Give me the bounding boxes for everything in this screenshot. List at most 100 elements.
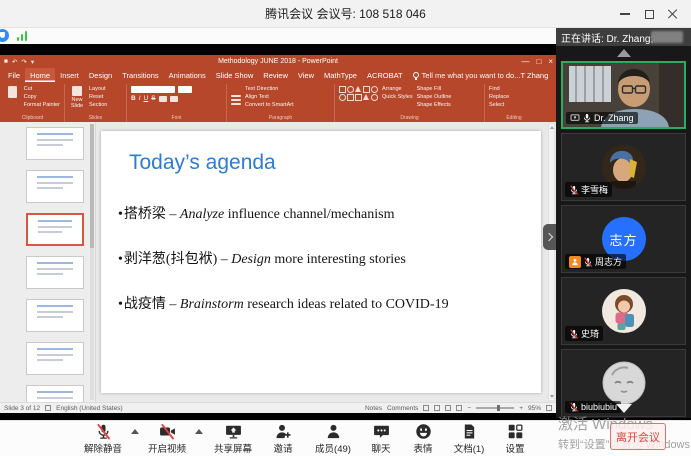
- tab-insert[interactable]: Insert: [55, 68, 84, 82]
- tab-file[interactable]: File: [3, 68, 25, 82]
- zoom-level[interactable]: 95%: [528, 405, 541, 412]
- bold-button[interactable]: B: [131, 95, 136, 102]
- scroll-down-icon[interactable]: [615, 404, 632, 413]
- slide-thumbnail-2[interactable]: [26, 170, 84, 203]
- layout-button[interactable]: Layout: [89, 86, 107, 92]
- slide-thumbnail-7[interactable]: [26, 385, 84, 402]
- participant-tile-zhouzhifang[interactable]: 志方 周志方: [561, 205, 686, 273]
- slide-thumbnails: [26, 127, 84, 402]
- start-video-button[interactable]: 开启视频: [142, 423, 192, 455]
- zoom-in-button[interactable]: +: [519, 405, 523, 412]
- maximize-button[interactable]: [637, 0, 661, 28]
- shape-fill-button[interactable]: Shape Fill: [417, 86, 452, 92]
- slide-thumbnail-3[interactable]: [26, 213, 84, 246]
- copy-button[interactable]: Copy: [24, 94, 60, 100]
- tab-view[interactable]: View: [293, 68, 319, 82]
- zoom-slider[interactable]: [476, 403, 515, 413]
- ppt-maximize-button[interactable]: □: [536, 57, 541, 66]
- strikethrough-button[interactable]: S: [151, 95, 155, 102]
- tab-transitions[interactable]: Transitions: [117, 68, 163, 82]
- format-painter-button[interactable]: Format Painter: [24, 102, 60, 108]
- align-text-button[interactable]: Align Text: [245, 94, 294, 100]
- convert-smartart-button[interactable]: Convert to SmartArt: [245, 102, 294, 108]
- reset-button[interactable]: Reset: [89, 94, 107, 100]
- mic-options-caret-icon[interactable]: [131, 429, 139, 434]
- redo-icon[interactable]: ↷: [21, 58, 26, 66]
- tab-mathtype[interactable]: MathType: [319, 68, 362, 82]
- shape-outline-button[interactable]: Shape Outline: [417, 94, 452, 100]
- find-button[interactable]: Find: [489, 86, 509, 92]
- font-size-box[interactable]: [178, 86, 192, 93]
- tab-slide-show[interactable]: Slide Show: [211, 68, 259, 82]
- new-slide-button[interactable]: New Slide: [69, 86, 85, 113]
- emoji-button[interactable]: 表情: [402, 423, 444, 455]
- slideshow-view-icon[interactable]: [456, 405, 463, 411]
- ppt-minimize-button[interactable]: —: [521, 57, 529, 66]
- settings-button[interactable]: 设置: [494, 423, 536, 455]
- participant-tile-dr-zhang[interactable]: Dr. Zhang: [561, 61, 686, 129]
- paste-icon: [7, 86, 17, 98]
- participant-tile-shiqi[interactable]: 史琦: [561, 277, 686, 345]
- normal-view-icon[interactable]: [423, 405, 430, 411]
- participant-tile-lixuemei[interactable]: 李雪梅: [561, 133, 686, 201]
- host-badge-icon: [569, 255, 581, 268]
- scroll-up-icon[interactable]: [616, 49, 631, 57]
- notes-toggle[interactable]: Notes: [365, 405, 382, 412]
- slide-thumbnail-6[interactable]: [26, 342, 84, 375]
- slide-thumbnail-1[interactable]: [26, 127, 84, 160]
- unmute-button[interactable]: 解除静音: [78, 423, 128, 455]
- slide-canvas[interactable]: Today’s agenda •搭桥梁 – Analyze influence …: [101, 131, 541, 393]
- documents-button[interactable]: 文档(1): [444, 423, 494, 455]
- tab-design[interactable]: Design: [84, 68, 117, 82]
- participant-sidebar: Dr. Zhang 李雪梅 志方 周志方 史琦 biubiubiu: [556, 46, 691, 418]
- chat-button[interactable]: 聊天: [360, 423, 402, 455]
- section-button[interactable]: Section: [89, 102, 107, 108]
- select-button[interactable]: Select: [489, 102, 509, 108]
- minimize-icon: [620, 13, 630, 15]
- quick-access-toolbar[interactable]: ■ ↶ ↷ ▾: [4, 55, 34, 68]
- network-signal-icon[interactable]: [17, 31, 29, 41]
- quick-styles-button[interactable]: Quick Styles: [382, 94, 413, 100]
- zoom-out-button[interactable]: −: [467, 405, 471, 412]
- customize-quick-access-icon[interactable]: ▾: [31, 58, 34, 66]
- reading-view-icon[interactable]: [445, 405, 452, 411]
- close-button[interactable]: [661, 0, 685, 28]
- minimize-button[interactable]: [613, 0, 637, 28]
- cut-button[interactable]: Cut: [24, 86, 60, 92]
- replace-button[interactable]: Replace: [489, 94, 509, 100]
- video-options-caret-icon[interactable]: [195, 429, 203, 434]
- invite-button[interactable]: 邀请: [260, 423, 306, 455]
- slide-sorter-view-icon[interactable]: [434, 405, 441, 411]
- shape-gallery[interactable]: [339, 86, 378, 113]
- text-direction-button[interactable]: Text Direction: [245, 86, 294, 92]
- thumbnail-scrollbar[interactable]: [90, 124, 94, 400]
- underline-button[interactable]: U: [144, 95, 149, 102]
- language-status[interactable]: English (United States): [56, 405, 122, 412]
- font-name-box[interactable]: [131, 86, 175, 93]
- comments-toggle[interactable]: Comments: [387, 405, 418, 412]
- character-spacing-icon[interactable]: [169, 95, 178, 102]
- tell-me-box[interactable]: Tell me what you want to do...: [412, 68, 520, 82]
- ribbon-group-drawing: Arrange Quick Styles Shape Fill Shape Ou…: [335, 84, 485, 122]
- fit-to-window-icon[interactable]: [546, 405, 552, 411]
- tab-review[interactable]: Review: [258, 68, 293, 82]
- leave-meeting-button[interactable]: 离开会议: [610, 423, 666, 450]
- shape-effects-button[interactable]: Shape Effects: [417, 102, 452, 108]
- slide-thumbnail-4[interactable]: [26, 256, 84, 289]
- slide-thumbnail-5[interactable]: [26, 299, 84, 332]
- arrange-button[interactable]: Arrange: [382, 86, 413, 92]
- paste-button[interactable]: [5, 86, 20, 113]
- undo-icon[interactable]: ↶: [12, 58, 17, 66]
- slide-scrollbar[interactable]: [548, 123, 555, 401]
- save-icon[interactable]: ■: [4, 58, 8, 65]
- text-shadow-icon[interactable]: [158, 95, 167, 102]
- meeting-security-icon[interactable]: [0, 29, 9, 42]
- italic-button[interactable]: I: [139, 95, 141, 102]
- share-screen-button[interactable]: 共享屏幕: [206, 423, 260, 455]
- ppt-close-button[interactable]: ×: [548, 57, 553, 66]
- tab-animations[interactable]: Animations: [164, 68, 211, 82]
- members-button[interactable]: 成员(49): [306, 423, 360, 455]
- sidebar-collapse-handle[interactable]: [543, 224, 556, 250]
- tab-home[interactable]: Home: [25, 68, 56, 82]
- tab-acrobat[interactable]: ACROBAT: [362, 68, 408, 82]
